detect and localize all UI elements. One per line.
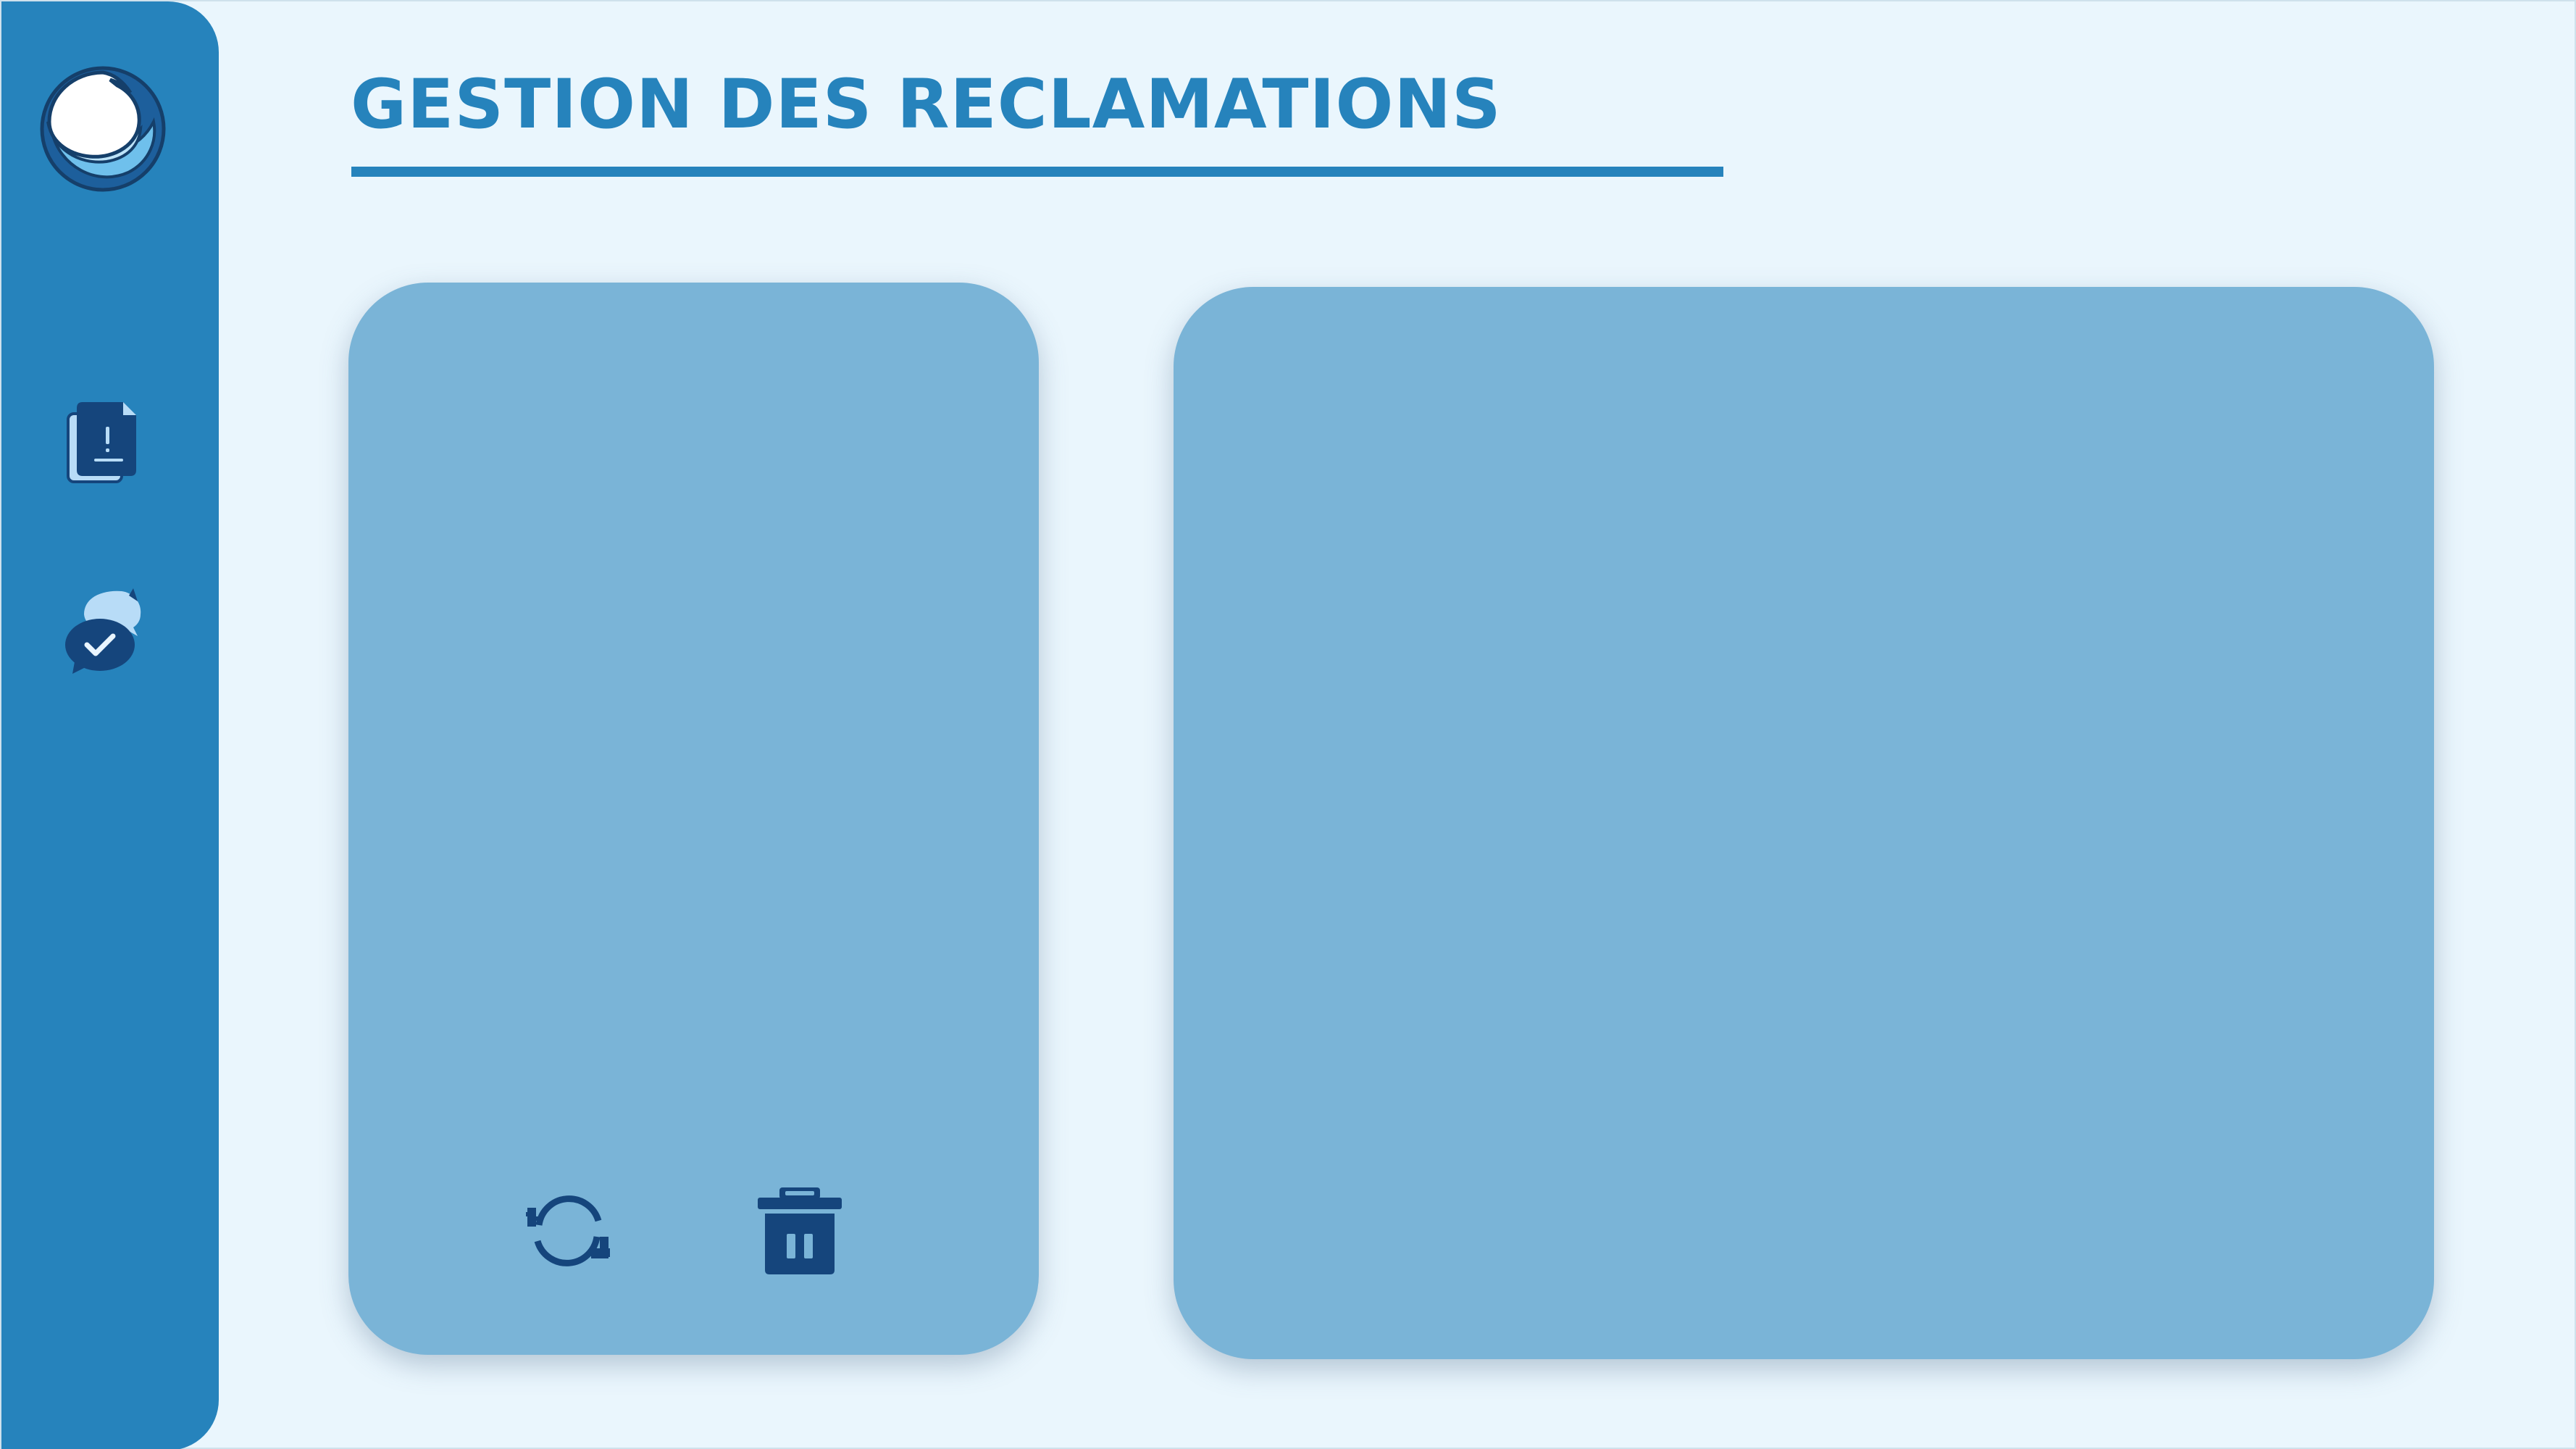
globe-wave-logo-icon [38, 64, 168, 194]
sidebar-item-reclamations[interactable] [59, 400, 146, 487]
trash-icon [756, 1186, 843, 1279]
page: GESTION DES RECLAMATIONS [0, 0, 2576, 1449]
sidebar-item-messages[interactable] [59, 588, 146, 675]
refresh-icon [523, 1186, 613, 1279]
delete-button[interactable] [753, 1185, 847, 1279]
reclamation-list-panel [348, 283, 1039, 1355]
document-alert-icon [67, 399, 139, 488]
page-title: GESTION DES RECLAMATIONS [351, 65, 1502, 144]
reclamation-detail-panel [1174, 287, 2434, 1359]
title-underline [351, 167, 1723, 177]
sidebar [1, 1, 219, 1449]
chat-check-icon [62, 585, 143, 679]
refresh-button[interactable] [521, 1185, 615, 1279]
